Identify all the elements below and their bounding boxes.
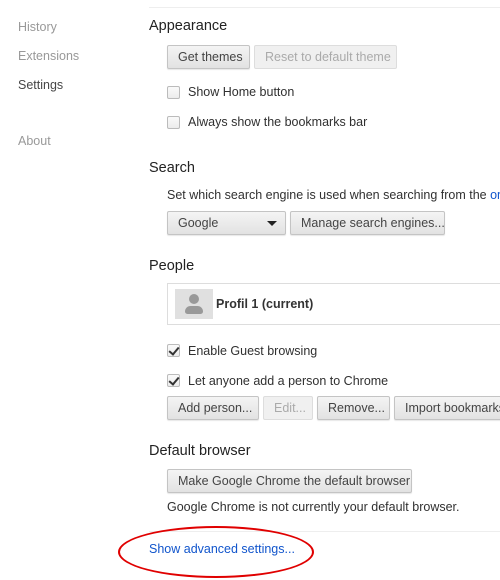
sidebar-item-about[interactable]: About [18,134,51,148]
sidebar-item-settings[interactable]: Settings [18,78,63,92]
manage-search-engines-button[interactable]: Manage search engines... [290,211,445,235]
edit-person-button[interactable]: Edit... [263,396,313,420]
search-engine-select[interactable]: Google [167,211,286,235]
add-person-checkbox[interactable] [167,374,180,387]
default-browser-heading: Default browser [149,443,251,459]
search-description-text: Set which search engine is used when sea… [167,188,491,202]
make-default-browser-button[interactable]: Make Google Chrome the default browser [167,469,412,493]
show-home-checkbox[interactable] [167,86,180,99]
import-bookmarks-button[interactable]: Import bookmarks [394,396,500,420]
sidebar-item-history[interactable]: History [18,20,57,34]
profile-list[interactable]: Profil 1 (current) [167,283,500,325]
reset-theme-button[interactable]: Reset to default theme [254,45,397,69]
appearance-heading: Appearance [149,18,228,34]
add-person-label: Let anyone add a person to Chrome [188,374,389,388]
dropdown-arrow-icon [267,221,277,226]
bookmarks-bar-checkbox[interactable] [167,116,180,129]
omnibox-link[interactable]: omni [490,188,500,202]
guest-browsing-checkbox[interactable] [167,344,180,357]
default-browser-status: Google Chrome is not currently your defa… [167,500,460,514]
show-home-label: Show Home button [188,85,295,99]
remove-person-button[interactable]: Remove... [317,396,390,420]
avatar [175,289,213,319]
add-person-button[interactable]: Add person... [167,396,259,420]
profile-name: Profil 1 (current) [216,297,314,311]
sidebar-item-extensions[interactable]: Extensions [18,49,79,63]
guest-browsing-label: Enable Guest browsing [188,344,318,358]
search-engine-value: Google [178,216,219,230]
bookmarks-bar-label: Always show the bookmarks bar [188,115,368,129]
highlight-ellipse [118,526,314,578]
people-heading: People [149,258,195,274]
search-description: Set which search engine is used when sea… [167,188,500,202]
search-heading: Search [149,160,195,176]
divider [149,7,500,8]
get-themes-button[interactable]: Get themes [167,45,250,69]
